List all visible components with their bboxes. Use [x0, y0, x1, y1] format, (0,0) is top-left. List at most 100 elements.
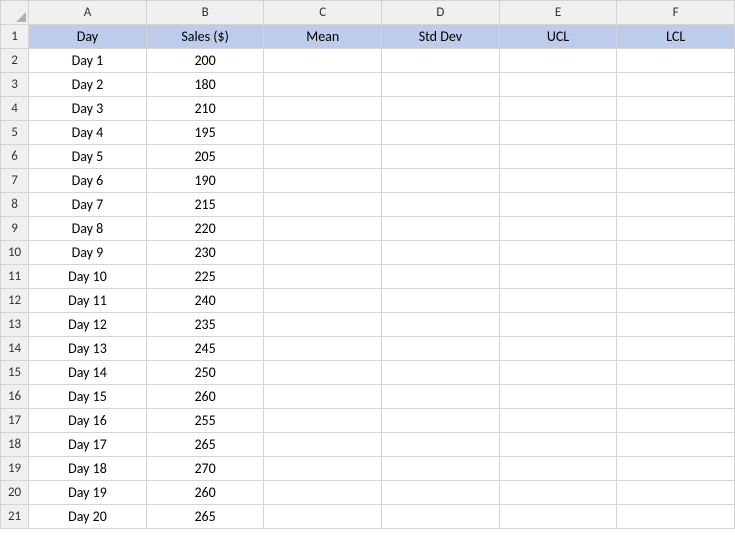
cell-day[interactable]: Day 17 [29, 433, 147, 457]
cell-day[interactable]: Day 10 [29, 265, 147, 289]
cell-day[interactable]: Day 8 [29, 217, 147, 241]
header-ucl[interactable]: UCL [499, 25, 617, 49]
cell-empty[interactable] [499, 433, 617, 457]
cell-empty[interactable] [264, 193, 382, 217]
cell-day[interactable]: Day 2 [29, 73, 147, 97]
cell-sales[interactable]: 190 [146, 169, 264, 193]
cell-empty[interactable] [617, 265, 735, 289]
select-all-corner[interactable] [1, 1, 29, 25]
cell-empty[interactable] [382, 217, 500, 241]
header-sales[interactable]: Sales ($) [146, 25, 264, 49]
cell-empty[interactable] [382, 433, 500, 457]
cell-empty[interactable] [499, 337, 617, 361]
cell-day[interactable]: Day 1 [29, 49, 147, 73]
row-header[interactable]: 17 [1, 409, 29, 433]
row-header[interactable]: 13 [1, 313, 29, 337]
cell-day[interactable]: Day 7 [29, 193, 147, 217]
cell-sales[interactable]: 255 [146, 409, 264, 433]
cell-day[interactable]: Day 19 [29, 481, 147, 505]
row-header[interactable]: 10 [1, 241, 29, 265]
cell-day[interactable]: Day 15 [29, 385, 147, 409]
col-header-E[interactable]: E [499, 1, 617, 25]
cell-empty[interactable] [382, 97, 500, 121]
cell-empty[interactable] [617, 337, 735, 361]
cell-day[interactable]: Day 14 [29, 361, 147, 385]
cell-empty[interactable] [382, 193, 500, 217]
cell-empty[interactable] [264, 265, 382, 289]
cell-sales[interactable]: 250 [146, 361, 264, 385]
header-day[interactable]: Day [29, 25, 147, 49]
cell-sales[interactable]: 265 [146, 505, 264, 529]
cell-empty[interactable] [617, 313, 735, 337]
cell-empty[interactable] [617, 169, 735, 193]
cell-day[interactable]: Day 9 [29, 241, 147, 265]
cell-empty[interactable] [382, 481, 500, 505]
cell-sales[interactable]: 215 [146, 193, 264, 217]
cell-empty[interactable] [264, 49, 382, 73]
row-header[interactable]: 20 [1, 481, 29, 505]
cell-day[interactable]: Day 16 [29, 409, 147, 433]
cell-empty[interactable] [499, 265, 617, 289]
cell-empty[interactable] [617, 433, 735, 457]
cell-empty[interactable] [617, 361, 735, 385]
col-header-F[interactable]: F [617, 1, 735, 25]
row-header[interactable]: 16 [1, 385, 29, 409]
cell-empty[interactable] [264, 361, 382, 385]
cell-sales[interactable]: 270 [146, 457, 264, 481]
cell-sales[interactable]: 195 [146, 121, 264, 145]
cell-empty[interactable] [617, 385, 735, 409]
cell-empty[interactable] [382, 361, 500, 385]
cell-empty[interactable] [264, 457, 382, 481]
cell-empty[interactable] [382, 169, 500, 193]
cell-empty[interactable] [264, 241, 382, 265]
cell-sales[interactable]: 225 [146, 265, 264, 289]
cell-empty[interactable] [617, 289, 735, 313]
cell-empty[interactable] [264, 337, 382, 361]
header-lcl[interactable]: LCL [617, 25, 735, 49]
cell-empty[interactable] [382, 73, 500, 97]
row-header[interactable]: 12 [1, 289, 29, 313]
cell-empty[interactable] [382, 289, 500, 313]
row-header[interactable]: 9 [1, 217, 29, 241]
cell-empty[interactable] [382, 145, 500, 169]
cell-sales[interactable]: 210 [146, 97, 264, 121]
cell-day[interactable]: Day 18 [29, 457, 147, 481]
row-header[interactable]: 11 [1, 265, 29, 289]
row-header[interactable]: 19 [1, 457, 29, 481]
cell-empty[interactable] [617, 481, 735, 505]
col-header-C[interactable]: C [264, 1, 382, 25]
cell-empty[interactable] [264, 505, 382, 529]
header-mean[interactable]: Mean [264, 25, 382, 49]
cell-empty[interactable] [499, 457, 617, 481]
cell-empty[interactable] [499, 481, 617, 505]
cell-day[interactable]: Day 5 [29, 145, 147, 169]
cell-empty[interactable] [264, 385, 382, 409]
cell-empty[interactable] [264, 409, 382, 433]
col-header-A[interactable]: A [29, 1, 147, 25]
cell-empty[interactable] [499, 289, 617, 313]
cell-empty[interactable] [382, 505, 500, 529]
cell-empty[interactable] [499, 385, 617, 409]
cell-sales[interactable]: 235 [146, 313, 264, 337]
cell-empty[interactable] [499, 409, 617, 433]
cell-empty[interactable] [499, 193, 617, 217]
cell-day[interactable]: Day 3 [29, 97, 147, 121]
cell-sales[interactable]: 265 [146, 433, 264, 457]
cell-empty[interactable] [264, 97, 382, 121]
row-header[interactable]: 18 [1, 433, 29, 457]
cell-day[interactable]: Day 13 [29, 337, 147, 361]
cell-day[interactable]: Day 11 [29, 289, 147, 313]
cell-empty[interactable] [499, 241, 617, 265]
cell-sales[interactable]: 230 [146, 241, 264, 265]
cell-empty[interactable] [499, 169, 617, 193]
cell-empty[interactable] [382, 385, 500, 409]
cell-empty[interactable] [617, 121, 735, 145]
spreadsheet-grid[interactable]: A B C D E F 1 Day Sales ($) Mean Std Dev… [0, 0, 735, 529]
col-header-B[interactable]: B [146, 1, 264, 25]
cell-day[interactable]: Day 20 [29, 505, 147, 529]
cell-empty[interactable] [617, 505, 735, 529]
cell-empty[interactable] [264, 433, 382, 457]
cell-empty[interactable] [499, 505, 617, 529]
cell-sales[interactable]: 245 [146, 337, 264, 361]
cell-empty[interactable] [617, 409, 735, 433]
